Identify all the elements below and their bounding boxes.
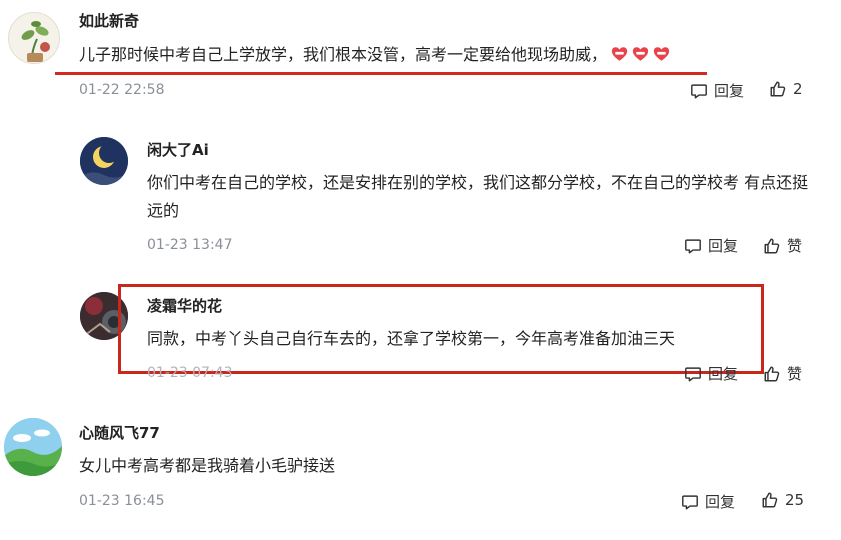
thumbs-up-icon bbox=[763, 365, 781, 383]
reply-icon bbox=[681, 493, 699, 511]
heart-emoji-icon bbox=[653, 46, 670, 62]
reply-label: 回复 bbox=[708, 365, 739, 383]
reply-label: 回复 bbox=[714, 82, 745, 100]
comment-text: 同款，中考丫头自己自行车去的，还拿了学校第一，今年高考准备加油三天 bbox=[147, 329, 676, 348]
avatar[interactable] bbox=[80, 137, 128, 185]
comment-timestamp: 01-23 13:47 bbox=[147, 237, 233, 253]
thumbs-up-icon bbox=[763, 237, 781, 255]
heart-emoji-icon bbox=[632, 46, 649, 62]
username[interactable]: 闲大了Ai bbox=[147, 139, 209, 160]
like-button[interactable]: 赞 bbox=[763, 363, 802, 384]
username[interactable]: 心随风飞77 bbox=[79, 422, 160, 443]
reply-icon bbox=[684, 237, 702, 255]
username[interactable]: 如此新奇 bbox=[79, 10, 139, 31]
like-count: 25 bbox=[785, 491, 805, 509]
reply-label: 回复 bbox=[708, 237, 739, 255]
avatar[interactable] bbox=[8, 12, 60, 64]
comment-text: 你们中考在自己的学校，还是安排在别的学校，我们这都分学校，不在自己的学校考 有点… bbox=[147, 173, 809, 220]
comment-text-body: 儿子那时候中考自己上学放学，我们根本没管，高考一定要给他现场助威， bbox=[79, 45, 608, 64]
reply-button[interactable]: 回复 bbox=[684, 235, 738, 256]
reply-label: 回复 bbox=[705, 493, 736, 511]
like-button[interactable]: 赞 bbox=[763, 235, 802, 256]
reply-button[interactable]: 回复 bbox=[681, 491, 735, 512]
thumbs-up-icon bbox=[761, 491, 779, 509]
like-button[interactable]: 25 bbox=[761, 491, 804, 509]
red-underline-annotation bbox=[55, 72, 707, 75]
comment-text: 儿子那时候中考自己上学放学，我们根本没管，高考一定要给他现场助威， bbox=[79, 41, 739, 69]
reply-button[interactable]: 回复 bbox=[684, 363, 738, 384]
avatar[interactable] bbox=[4, 418, 62, 476]
comment-timestamp: 01-23 16:45 bbox=[79, 493, 165, 509]
reply-icon bbox=[684, 365, 702, 383]
reply-button[interactable]: 回复 bbox=[690, 80, 744, 101]
like-button[interactable]: 2 bbox=[769, 80, 803, 98]
thumbs-up-icon bbox=[769, 80, 787, 98]
like-count: 2 bbox=[793, 80, 803, 98]
comment-timestamp: 01-23 07:43 bbox=[147, 365, 233, 381]
comment-text: 女儿中考高考都是我骑着小毛驴接送 bbox=[79, 456, 336, 475]
like-label: 赞 bbox=[787, 237, 803, 255]
heart-emoji-icon bbox=[611, 46, 628, 62]
like-label: 赞 bbox=[787, 365, 803, 383]
username[interactable]: 凌霜华的花 bbox=[147, 295, 222, 316]
reply-icon bbox=[690, 82, 708, 100]
comment-timestamp: 01-22 22:58 bbox=[79, 82, 165, 98]
